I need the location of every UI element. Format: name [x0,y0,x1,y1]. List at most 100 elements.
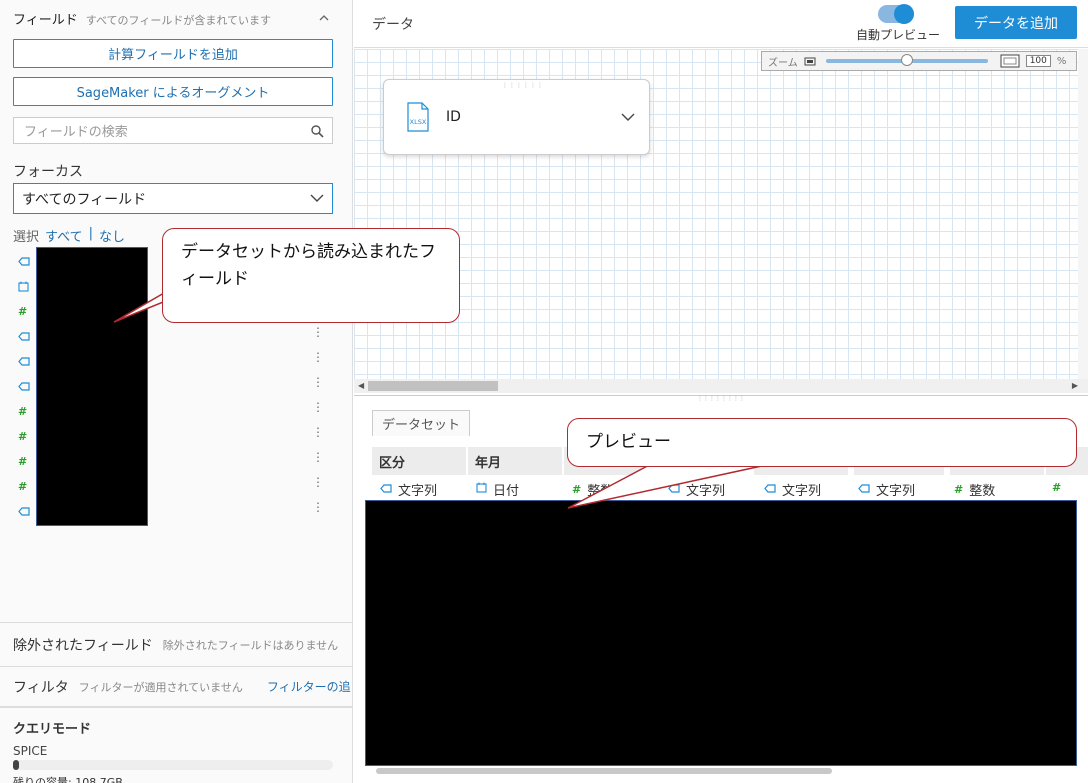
column-header[interactable]: 区分 [372,447,466,475]
text-field-icon [18,499,30,524]
field-menu-icon[interactable]: ⋮ [312,494,324,519]
dataset-card[interactable]: ⋮⋮⋮⋮⋮⋮ XLSX ID [383,79,650,155]
column-type[interactable]: # 整数 [954,480,995,499]
column-type-label: 文字列 [398,484,438,499]
join-canvas[interactable]: ズーム 100 % ⋮⋮⋮⋮⋮⋮ XLSX ID [354,49,1088,379]
add-calculated-field-button[interactable]: 計算フィールドを追加 [13,39,333,68]
column-type-label: 整数 [969,484,996,499]
preview-horizontal-scrollbar[interactable] [376,768,832,774]
chevron-up-icon[interactable] [318,12,330,24]
column-type-label: 文字列 [782,484,822,499]
column-type[interactable]: 文字列 [668,480,725,499]
number-field-icon: # [18,480,28,493]
select-none-link[interactable]: なし [99,226,125,245]
fields-panel: フィールド すべてのフィールドが含まれています 計算フィールドを追加 SageM… [0,0,353,783]
select-label: 選択 [13,230,40,245]
zoom-value[interactable]: 100 [1025,55,1051,67]
canvas-vertical-scrollbar[interactable] [1078,49,1088,379]
column-type[interactable]: 日付 [476,480,519,499]
field-menu-icon[interactable]: ⋮ [312,419,324,444]
field-menu-icon[interactable]: ⋮ [312,369,324,394]
field-search-input[interactable]: フィールドの検索 [13,117,333,144]
canvas-horizontal-scrollbar[interactable]: ◀ ▶ [354,379,1088,393]
scroll-right-icon[interactable]: ▶ [1072,381,1078,390]
column-type-label: 日付 [493,484,520,499]
tab-dataset[interactable]: データセット [372,410,470,436]
zoom-unit: % [1056,55,1067,67]
column-type[interactable]: # [1052,480,1067,495]
select-separator: | [88,226,93,241]
field-menu-icon[interactable]: ⋮ [312,344,324,369]
field-type-icon-list: # # # # # [18,249,30,524]
zoom-slider[interactable] [825,54,988,66]
number-field-icon: # [18,405,28,418]
file-type-text: XLSX [410,118,427,126]
text-type-icon [668,482,680,497]
callout-preview: プレビュー [567,418,1077,467]
column-type[interactable]: # 整数 [572,480,613,499]
column-type-label: 整数 [587,484,614,499]
fields-subtitle: すべてのフィールドが含まれています [85,14,271,27]
text-type-icon [380,482,392,497]
filter-subtitle: フィルターが適用されていません [78,680,243,694]
zoom-out-icon[interactable] [804,57,816,66]
date-field-icon [18,274,30,299]
fields-header: フィールド すべてのフィールドが含まれています [13,9,271,28]
data-panel: データ 自動プレビュー データを追加 ズーム 100 % ⋮⋮⋮⋮⋮⋮ XLSX… [354,0,1088,783]
column-type[interactable]: 文字列 [380,480,437,499]
zoom-slider-knob[interactable] [900,54,913,66]
fields-title: フィールド [13,13,78,28]
focus-select[interactable]: すべてのフィールド [13,183,333,214]
callout-fields: データセットから読み込まれたフィールド [162,228,460,323]
text-field-icon [18,349,30,374]
column-type[interactable]: 文字列 [764,480,821,499]
number-type-icon: # [572,483,582,496]
fit-to-screen-icon[interactable] [1000,54,1020,68]
query-mode-title: クエリモード [13,722,92,737]
panel-splitter[interactable]: ⋮⋮⋮⋮⋮⋮⋮⋮ [354,395,1088,402]
field-menu-icon[interactable]: ⋮ [312,469,324,494]
field-menu-icon[interactable]: ⋮ [312,394,324,419]
number-field-icon: # [18,430,28,443]
column-type[interactable]: 文字列 [858,480,915,499]
scroll-left-icon[interactable]: ◀ [358,381,364,390]
add-data-button[interactable]: データを追加 [955,6,1077,39]
capacity-label: 残りの容量: 108.7GB [13,776,123,783]
number-type-icon: # [1052,481,1062,494]
drag-handle-icon[interactable]: ⋮⋮⋮⋮⋮⋮ [502,83,543,89]
capacity-bar [13,760,333,770]
search-icon [311,125,324,138]
text-type-icon [858,482,870,497]
number-field-icon: # [18,305,28,318]
select-all-link[interactable]: すべて [45,226,83,245]
spice-label: SPICE [13,744,48,758]
excluded-fields-subtitle: 除外されたフィールドはありません [162,638,339,652]
number-field-icon: # [18,455,28,468]
sagemaker-augment-button[interactable]: SageMaker によるオーグメント [13,77,333,106]
text-field-icon [18,374,30,399]
field-menu-list: ⋮ ⋮ ⋮ ⋮ ⋮ ⋮ ⋮ ⋮ [312,319,324,519]
chevron-down-icon[interactable] [621,112,635,122]
focus-label: フォーカス [13,164,83,180]
field-menu-icon[interactable]: ⋮ [312,444,324,469]
focus-select-value: すべてのフィールド [22,191,147,208]
capacity-bar-fill [13,760,20,770]
xlsx-file-icon: XLSX [407,102,429,132]
add-filter-link[interactable]: フィルターの追 [267,678,351,695]
search-placeholder: フィールドの検索 [24,125,128,140]
scroll-thumb[interactable] [368,381,498,391]
auto-preview-toggle[interactable] [878,4,914,24]
filter-section: フィルタ フィルターが適用されていません フィルターの追 [0,666,353,706]
zoom-bar: ズーム 100 % [761,51,1077,71]
query-mode-section: クエリモード SPICE 残りの容量: 108.7GB [0,706,353,783]
date-type-icon [476,482,487,497]
column-header[interactable]: 年月 [468,447,562,475]
number-type-icon: # [954,483,964,496]
chevron-down-icon [310,194,324,202]
dataset-name: ID [446,109,461,125]
auto-preview-label: 自動プレビュー [856,28,941,42]
data-title: データ [372,17,414,33]
excluded-fields-title: 除外されたフィールド [13,637,153,654]
excluded-fields-section[interactable]: 除外されたフィールド 除外されたフィールドはありません [0,622,353,666]
toggle-knob [894,4,914,24]
